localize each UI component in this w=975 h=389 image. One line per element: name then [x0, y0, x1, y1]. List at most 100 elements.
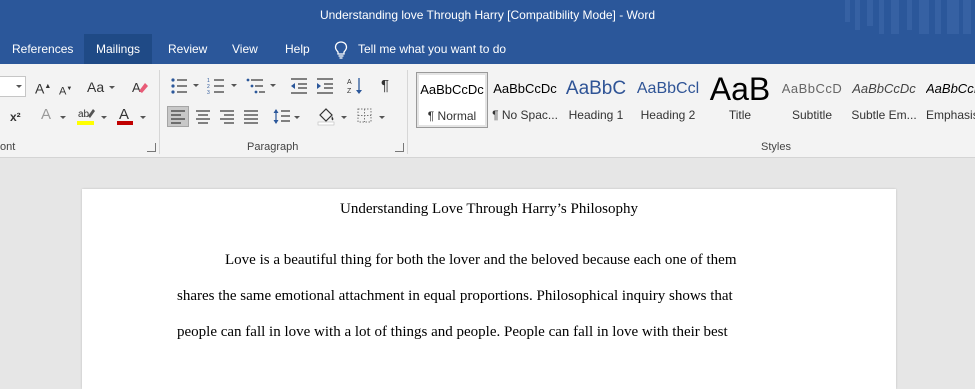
style-no-spacing[interactable]: AaBbCcDc ¶ No Spac... [489, 72, 561, 128]
bullets-icon [171, 78, 187, 94]
tab-mailings[interactable]: Mailings [84, 34, 153, 64]
borders-button[interactable] [356, 107, 374, 130]
style-name: Emphasis [926, 108, 975, 122]
style-sample: AaBbCcDc [852, 81, 916, 96]
sort-button[interactable]: A Z [347, 76, 365, 101]
style-sample: AaBbCcD [781, 81, 843, 96]
bullets-dropdown-icon[interactable] [193, 84, 199, 87]
multilevel-list-dropdown-icon[interactable] [270, 84, 276, 87]
decrease-indent-button[interactable] [289, 77, 309, 100]
justify-button[interactable] [241, 107, 261, 131]
clear-formatting-button[interactable]: A [131, 78, 149, 100]
numbering-dropdown-icon[interactable] [231, 84, 237, 87]
paragraph-line: shares the same emotional attachment in … [177, 288, 733, 304]
bullets-button[interactable] [170, 77, 192, 100]
group-separator [159, 70, 160, 154]
style-subtitle[interactable]: AaBbCcD Subtitle [776, 72, 848, 128]
paragraph-line: Love is a beautiful thing for both the l… [225, 252, 737, 268]
justify-icon [244, 110, 258, 124]
align-left-icon [171, 110, 185, 124]
change-case-dropdown-icon[interactable] [109, 86, 115, 89]
highlighter-icon: ab [77, 109, 95, 125]
highlight-dropdown-icon[interactable] [101, 116, 107, 119]
align-right-button[interactable] [217, 107, 237, 131]
show-formatting-marks-button[interactable]: ¶ [381, 78, 389, 94]
ribbon: A▲ A▼ Aa A x² A ab A ont 1 2 3 A Z ¶ Par… [0, 64, 975, 158]
svg-text:Z: Z [347, 88, 352, 95]
multilevel-list-button[interactable] [246, 77, 268, 100]
text-effects-button[interactable]: A [41, 107, 51, 123]
shading-icon [317, 108, 335, 126]
svg-text:A: A [132, 80, 141, 95]
sort-icon: A Z [347, 78, 362, 95]
document-canvas: Understanding Love Through Harry’s Philo… [0, 158, 975, 389]
align-center-icon [196, 110, 210, 124]
tab-view[interactable]: View [220, 34, 270, 64]
grow-font-button[interactable]: A▲ [35, 79, 51, 97]
line-spacing-dropdown-icon[interactable] [294, 116, 300, 119]
window-title: Understanding love Through Harry [Compat… [319, 8, 656, 22]
style-heading-1[interactable]: AaBbC Heading 1 [560, 72, 632, 128]
increase-indent-button[interactable] [315, 77, 335, 100]
paragraph-dialog-launcher[interactable] [395, 143, 404, 152]
superscript-button[interactable]: x² [10, 109, 21, 125]
font-size-dropdown-icon [16, 85, 22, 88]
style-name: ¶ No Spac... [492, 108, 558, 122]
align-center-button[interactable] [193, 107, 213, 131]
style-name: Heading 1 [568, 108, 624, 122]
style-name: Subtle Em... [851, 108, 917, 122]
font-dialog-launcher[interactable] [147, 143, 156, 152]
style-sample: AaBbCcI [926, 81, 975, 96]
style-sample: AaBbCcl [636, 80, 700, 97]
document-title: Understanding Love Through Harry’s Philo… [339, 201, 639, 217]
style-sample: AaB [709, 72, 771, 106]
style-sample: AaBbCcDc [493, 81, 557, 96]
font-color-button[interactable]: A [116, 105, 134, 127]
text-effects-dropdown-icon[interactable] [60, 116, 66, 119]
decrease-indent-icon [291, 78, 307, 94]
shading-button[interactable] [316, 106, 338, 131]
align-right-icon [220, 110, 234, 124]
tab-help[interactable]: Help [273, 34, 322, 64]
style-name: Title [728, 108, 752, 122]
style-sample: AaBbCcDc [420, 82, 484, 97]
multilevel-list-icon [246, 78, 265, 94]
line-spacing-icon [273, 109, 290, 124]
lightbulb-icon [334, 41, 348, 59]
style-emphasis[interactable]: AaBbCcI Emphasis [920, 72, 975, 128]
clear-formatting-icon: A [132, 80, 148, 95]
shading-dropdown-icon[interactable] [341, 116, 347, 119]
style-heading-2[interactable]: AaBbCcl Heading 2 [632, 72, 704, 128]
line-spacing-button[interactable] [272, 107, 292, 131]
svg-text:3: 3 [207, 90, 210, 95]
title-bar: Understanding love Through Harry [Compat… [0, 0, 975, 52]
paragraph-group-label: Paragraph [247, 141, 299, 153]
style-title[interactable]: AaB Title [704, 72, 776, 128]
numbering-icon: 1 2 3 [207, 78, 224, 96]
highlight-button[interactable]: ab [76, 105, 96, 127]
style-subtle-emphasis[interactable]: AaBbCcDc Subtle Em... [848, 72, 920, 128]
paragraph-line: people can fall in love with a lot of th… [177, 324, 728, 340]
font-color-dropdown-icon[interactable] [140, 116, 146, 119]
document-page[interactable]: Understanding Love Through Harry’s Philo… [82, 189, 896, 389]
align-left-button[interactable] [167, 106, 189, 127]
numbering-button[interactable]: 1 2 3 [207, 77, 229, 100]
shrink-font-button[interactable]: A▼ [59, 81, 72, 100]
svg-text:A: A [119, 106, 129, 123]
style-normal[interactable]: AaBbCcDc ¶ Normal [416, 72, 488, 128]
tell-me-label: Tell me what you want to do [358, 42, 507, 56]
tab-review[interactable]: Review [156, 34, 219, 64]
svg-text:ab: ab [78, 109, 90, 120]
tell-me-search[interactable]: Tell me what you want to do [334, 34, 506, 64]
svg-text:A: A [347, 79, 352, 86]
change-case-button[interactable]: Aa [87, 79, 104, 95]
tab-references[interactable]: References [0, 34, 85, 64]
grow-font-label: A [35, 80, 45, 97]
borders-dropdown-icon[interactable] [379, 116, 385, 119]
increase-indent-icon [317, 78, 333, 94]
style-name: Subtitle [791, 108, 833, 122]
borders-icon [357, 108, 372, 123]
font-size-box[interactable] [0, 76, 26, 97]
style-name: ¶ Normal [427, 109, 477, 123]
ribbon-tabs: References Mailings Review View Help Tel… [0, 34, 975, 64]
